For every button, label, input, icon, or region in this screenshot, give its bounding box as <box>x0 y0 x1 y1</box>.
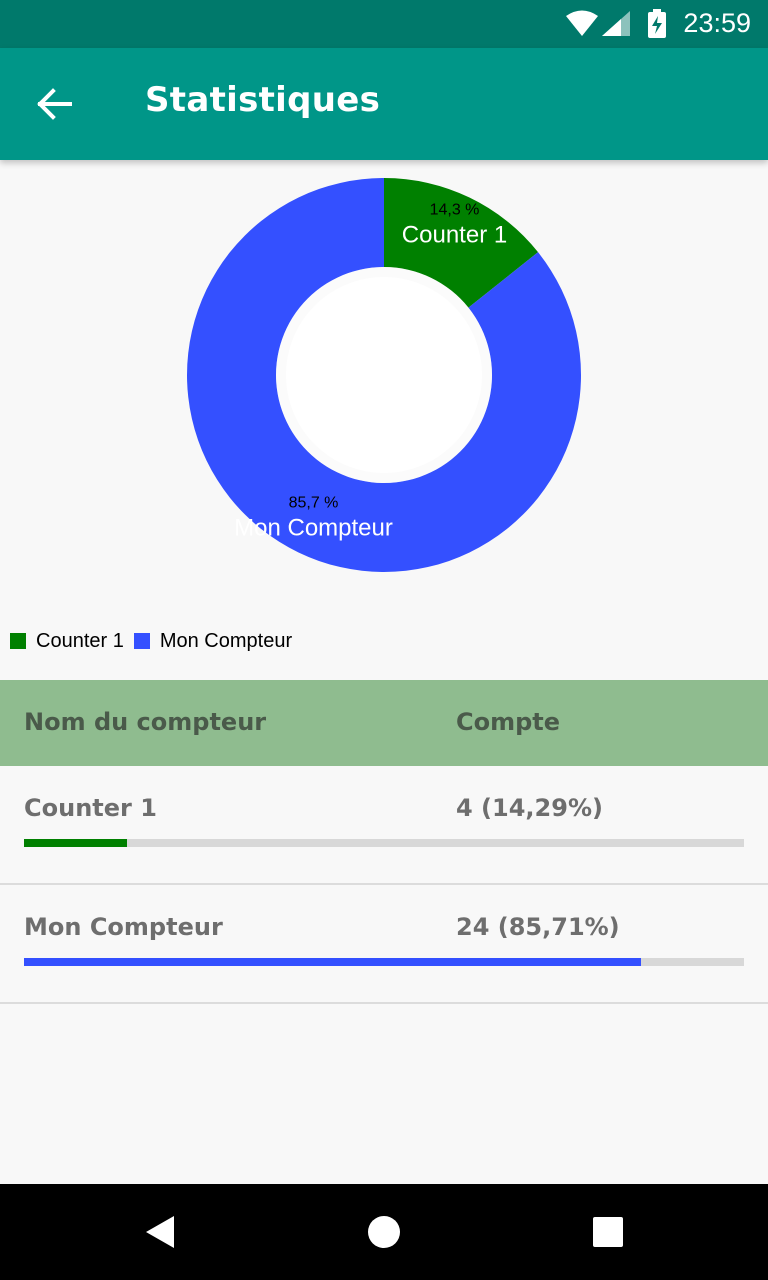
column-header-count: Compte <box>456 708 561 736</box>
legend-swatch-counter-1 <box>10 633 26 649</box>
back-triangle-icon <box>146 1216 174 1248</box>
donut-chart-svg[interactable]: 14,3 % Counter 1 85,7 % Mon Compteur <box>0 160 768 620</box>
status-bar: 23:59 <box>0 0 768 48</box>
legend-label-counter-1: Counter 1 <box>36 629 124 652</box>
row-count: 4 (14,29%) <box>456 794 603 822</box>
slice-percent-label-counter-1: 14,3 % <box>430 202 480 219</box>
progress-fill <box>24 958 642 966</box>
arrow-back-icon <box>37 88 72 120</box>
battery-charging-icon <box>648 9 666 38</box>
progress-fill <box>24 839 127 847</box>
row-name: Counter 1 <box>24 794 157 822</box>
legend-label-mon-compteur: Mon Compteur <box>159 629 293 652</box>
donut-hole <box>286 277 482 473</box>
legend-item-counter-1: Counter 1 <box>10 630 124 653</box>
recents-square-icon <box>593 1217 623 1247</box>
legend-swatch-mon-compteur <box>133 633 150 649</box>
nav-back-button[interactable] <box>136 1208 184 1256</box>
progress-bar <box>24 839 744 847</box>
row-count: 24 (85,71%) <box>456 913 620 941</box>
legend-item-mon-compteur: Mon Compteur <box>133 629 293 653</box>
slice-name-label-counter-1: Counter 1 <box>402 222 507 249</box>
wifi-icon <box>566 10 598 36</box>
table-row[interactable]: Counter 1 4 (14,29%) <box>0 766 768 885</box>
nav-home-button[interactable] <box>360 1208 408 1256</box>
row-name: Mon Compteur <box>24 913 223 941</box>
navigation-bar <box>0 1184 768 1280</box>
table-row[interactable]: Mon Compteur 24 (85,71%) <box>0 885 768 1004</box>
status-time: 23:59 <box>683 8 751 38</box>
slice-name-label-mon-compteur: Mon Compteur <box>234 514 393 541</box>
home-circle-icon <box>368 1216 400 1248</box>
app-bar: Statistiques <box>0 48 768 160</box>
signal-icon <box>602 11 630 36</box>
page-title: Statistiques <box>145 80 381 120</box>
chart-legend: Counter 1 Mon Compteur <box>10 628 302 654</box>
progress-bar <box>24 958 744 966</box>
column-header-name: Nom du compteur <box>24 708 267 736</box>
donut-chart[interactable]: 14,3 % Counter 1 85,7 % Mon Compteur <box>0 160 768 680</box>
back-button[interactable] <box>24 76 88 132</box>
table-header: Nom du compteur Compte <box>0 680 768 766</box>
nav-recents-button[interactable] <box>584 1208 632 1256</box>
slice-percent-label-mon-compteur: 85,7 % <box>289 494 339 511</box>
status-icons <box>566 9 666 38</box>
